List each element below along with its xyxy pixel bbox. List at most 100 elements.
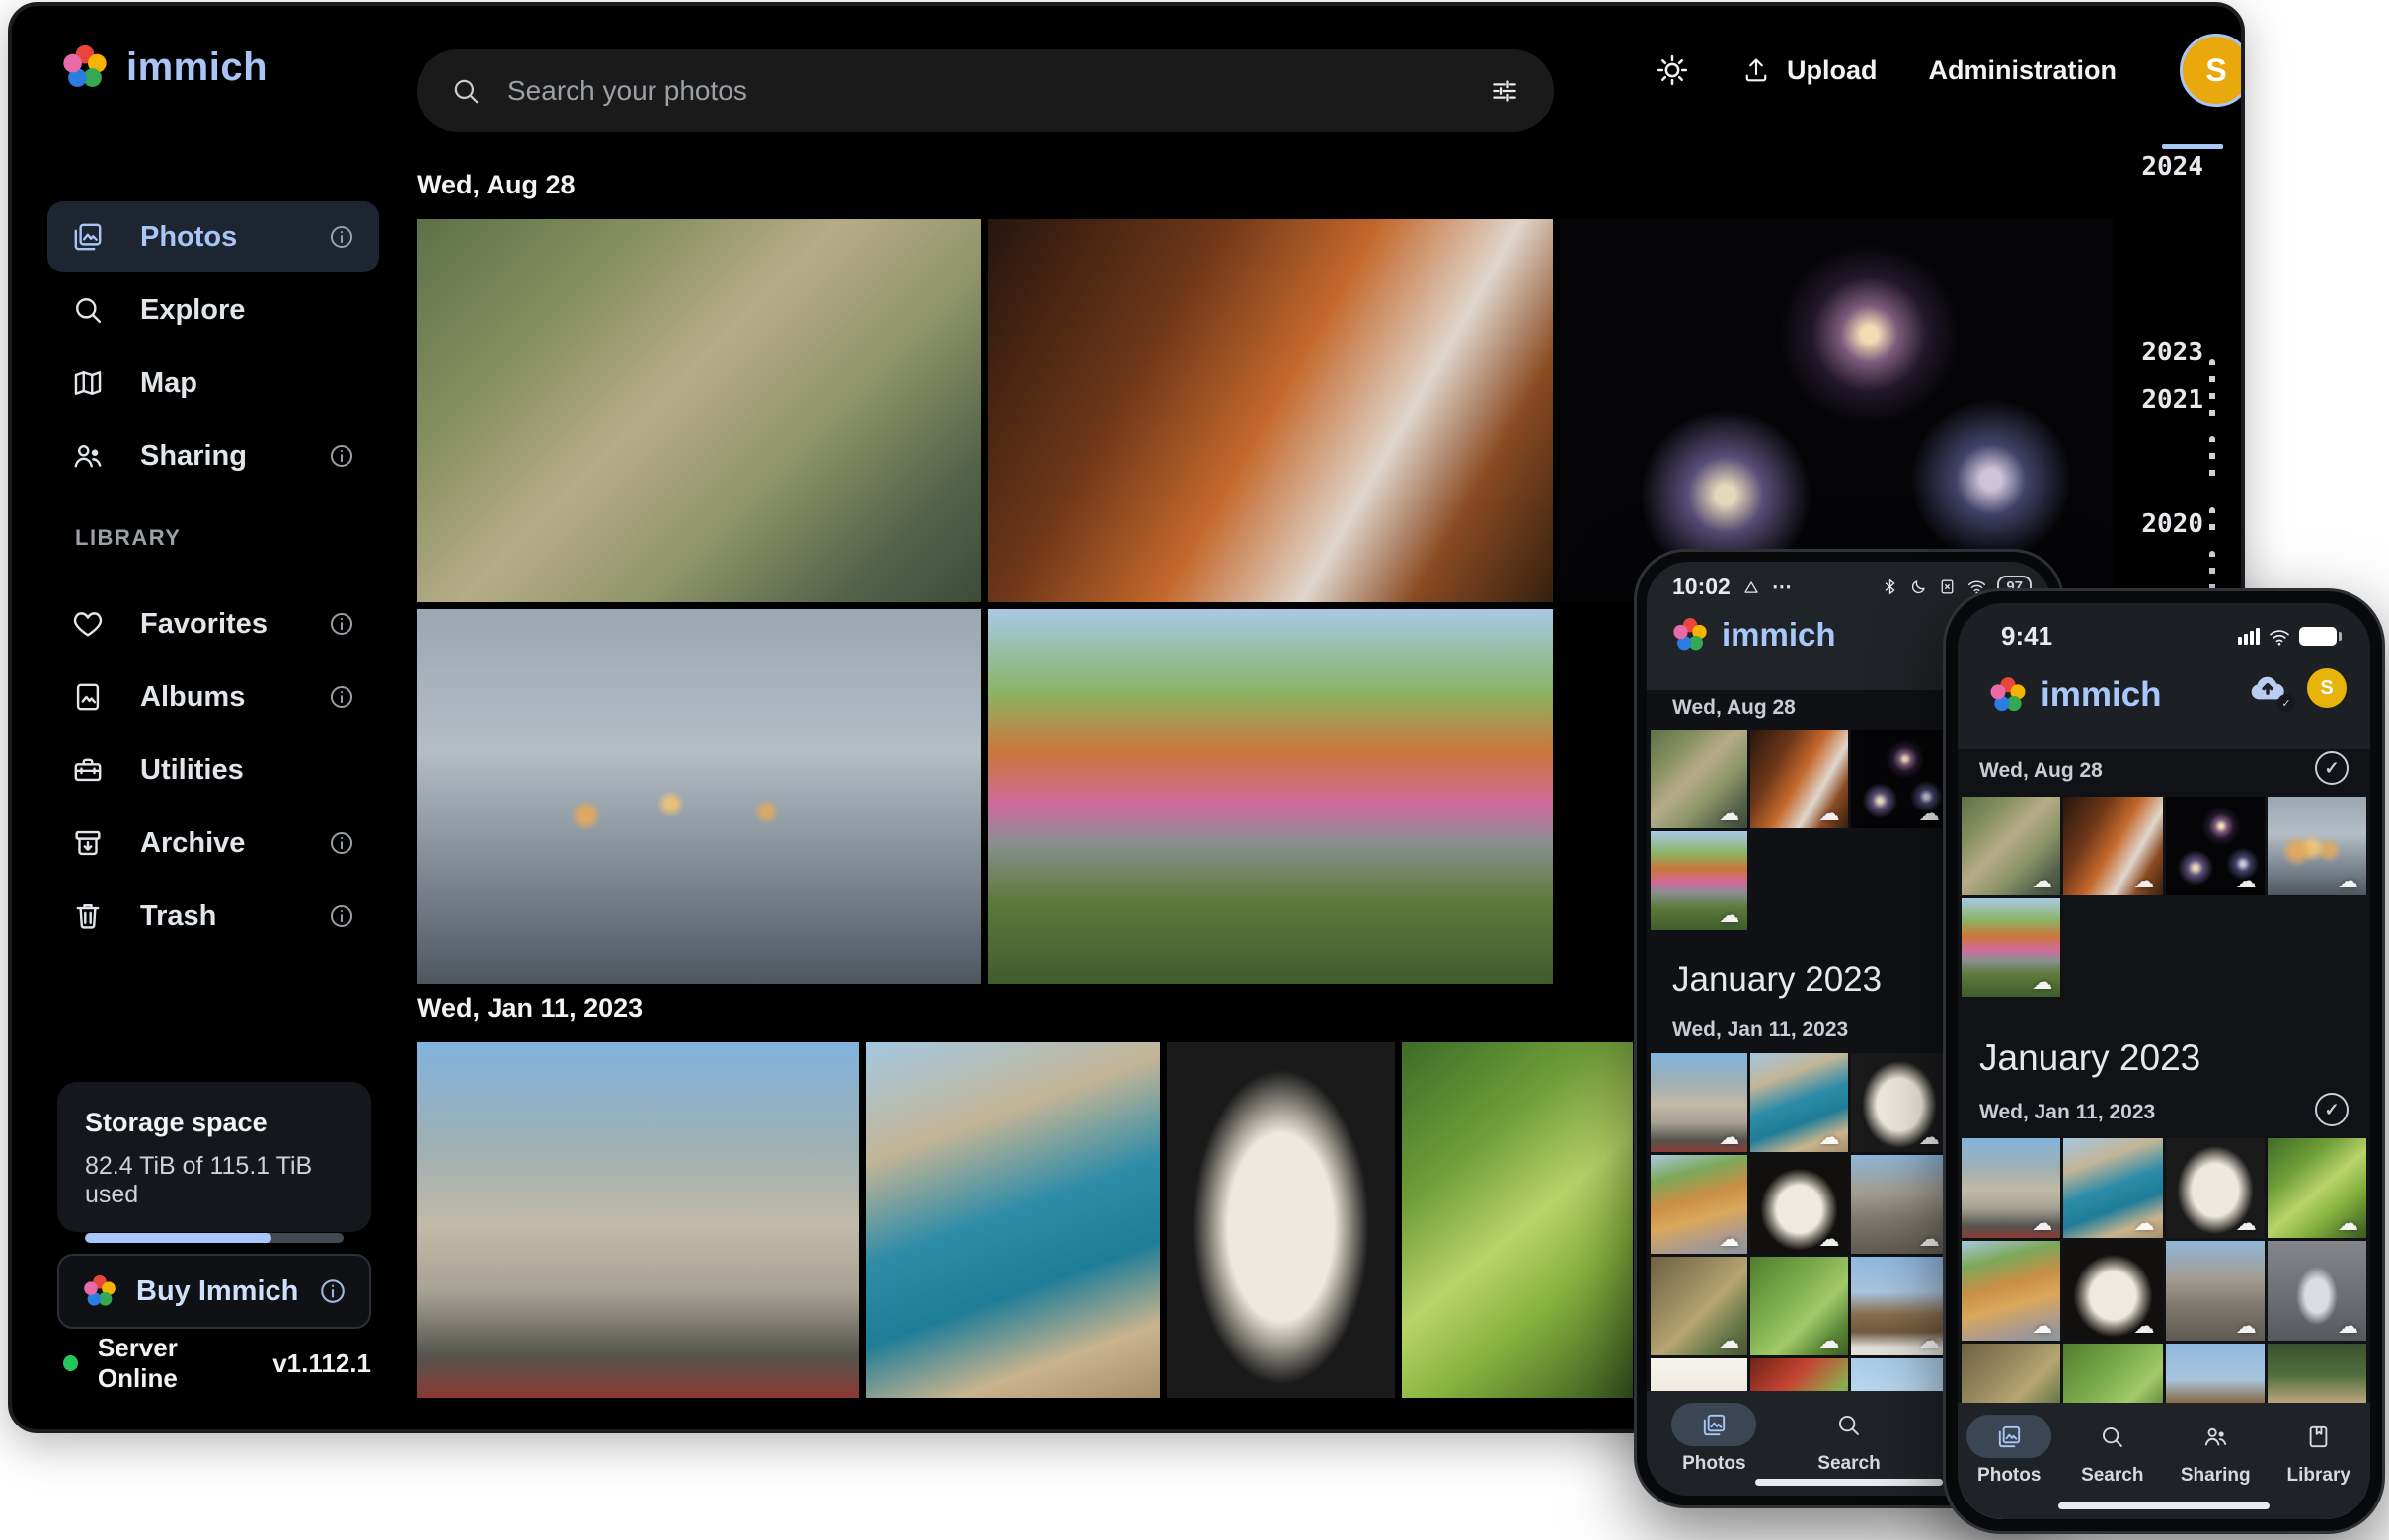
phone2-user-avatar[interactable]: S xyxy=(2307,668,2347,708)
buy-immich-button[interactable]: Buy Immich xyxy=(57,1254,371,1329)
heart-icon xyxy=(71,607,105,641)
photo-zoo[interactable]: ☁ xyxy=(1962,797,2060,895)
photo-lizard1[interactable]: ☁ xyxy=(1651,1257,1747,1355)
cloud-icon: ☁ xyxy=(1919,1229,1940,1250)
scrubber-tick-dots[interactable] xyxy=(2209,436,2215,486)
sidebar-item-archive[interactable]: Archive xyxy=(47,808,379,879)
info-icon[interactable] xyxy=(328,223,355,251)
info-icon[interactable] xyxy=(318,1276,347,1306)
cloud-icon: ☁ xyxy=(2134,1213,2155,1234)
scrubber-year-2023[interactable]: 2023 xyxy=(2111,338,2203,367)
user-avatar[interactable]: S xyxy=(2180,34,2245,107)
photo-bust[interactable]: ☁ xyxy=(2166,1138,2265,1238)
photo-lizard2[interactable]: ☁ xyxy=(1750,1257,1847,1355)
search-icon xyxy=(71,293,105,327)
photo-zoo[interactable]: ☁ xyxy=(1651,730,1747,828)
photo-dinner[interactable]: ☁ xyxy=(2063,797,2162,895)
immich-flower-icon xyxy=(1987,674,2029,716)
info-icon[interactable] xyxy=(328,829,355,857)
administration-link[interactable]: Administration xyxy=(1929,55,2118,86)
server-status-row: Server Online v1.112.1 xyxy=(63,1333,371,1394)
upload-button[interactable]: Upload xyxy=(1741,55,1878,86)
scrubber-year-2020[interactable]: 2020 xyxy=(2111,509,2203,539)
search-filter-icon[interactable] xyxy=(1489,75,1520,107)
photo-ruins[interactable]: ☁ xyxy=(1851,1155,1948,1254)
photo-cliff[interactable]: ☁ xyxy=(1651,1155,1747,1254)
search-input[interactable] xyxy=(507,75,1463,107)
photo-sculpt2[interactable]: ☁ xyxy=(1750,1155,1847,1254)
phone-mockup-iphone: 9:41 immich ✓ S Wed, Aug 28 ✓ ☁☁☁☁☁ Janu… xyxy=(1943,588,2385,1534)
photo-cliff[interactable]: ☁ xyxy=(1962,1241,2060,1341)
tab-photos[interactable]: Photos xyxy=(1671,1403,1756,1496)
photo-fireworks[interactable] xyxy=(1560,219,2113,602)
photo-castle[interactable]: ☁ xyxy=(1651,1053,1747,1152)
scrubber-tick-dots[interactable] xyxy=(2209,359,2215,421)
photo-sculpt2[interactable]: ☁ xyxy=(2063,1241,2162,1341)
tab-library[interactable]: Library xyxy=(2276,1415,2361,1519)
photo-fireworks[interactable]: ☁ xyxy=(1851,730,1948,828)
scrubber-tick-dots[interactable] xyxy=(2209,551,2215,590)
photo-zoo[interactable] xyxy=(417,219,981,602)
sidebar-item-label: Utilities xyxy=(140,754,244,787)
phone2-aug-grid: ☁☁☁☁☁ xyxy=(1962,797,2366,997)
toolbox-icon xyxy=(71,753,105,787)
storage-progress-fill xyxy=(85,1233,271,1243)
photo-coast[interactable]: ☁ xyxy=(2063,1138,2162,1238)
photo-berries[interactable]: ☁ xyxy=(2268,1138,2366,1238)
sidebar-item-albums[interactable]: Albums xyxy=(47,661,379,732)
scrubber-year-2024[interactable]: 2024 xyxy=(2111,152,2203,182)
moon-icon xyxy=(1909,578,1928,596)
sidebar-item-map[interactable]: Map xyxy=(47,347,379,419)
sidebar-item-explore[interactable]: Explore xyxy=(47,274,379,346)
info-icon[interactable] xyxy=(328,442,355,470)
cloud-icon: ☁ xyxy=(2338,1316,2358,1337)
photo-berries[interactable] xyxy=(1402,1042,1633,1398)
photo-hands[interactable]: ☁ xyxy=(2268,797,2366,895)
sidebar-item-trash[interactable]: Trash xyxy=(47,881,379,952)
photo-church[interactable]: ☁ xyxy=(1851,1257,1948,1355)
photo-trophy[interactable]: ☁ xyxy=(2268,1241,2366,1341)
photo-park[interactable]: ☁ xyxy=(1651,831,1747,930)
scrubber-position-indicator[interactable] xyxy=(2162,144,2223,149)
sidebar-item-label: Explore xyxy=(140,294,245,327)
photo-castle[interactable] xyxy=(417,1042,859,1398)
select-all-check-icon[interactable]: ✓ xyxy=(2315,1093,2349,1126)
phone2-date-aug: Wed, Aug 28 xyxy=(1979,759,2103,783)
photo-castle[interactable]: ☁ xyxy=(1962,1138,2060,1238)
info-icon[interactable] xyxy=(328,683,355,711)
photos-icon xyxy=(71,220,105,254)
book-icon xyxy=(2276,1415,2361,1458)
photo-bust[interactable] xyxy=(1167,1042,1395,1398)
photo-ruins[interactable]: ☁ xyxy=(2166,1241,2265,1341)
home-indicator[interactable] xyxy=(1755,1479,1943,1486)
photo-dinner[interactable]: ☁ xyxy=(1750,730,1847,828)
home-indicator[interactable] xyxy=(2058,1502,2270,1509)
select-all-check-icon[interactable]: ✓ xyxy=(2315,751,2349,785)
photo-coast[interactable]: ☁ xyxy=(1750,1053,1847,1152)
photo-bust[interactable]: ☁ xyxy=(1851,1053,1948,1152)
sidebar-item-photos[interactable]: Photos xyxy=(47,201,379,272)
cloud-icon: ☁ xyxy=(1819,1127,1840,1148)
sidebar-item-utilities[interactable]: Utilities xyxy=(47,734,379,806)
photo-coast[interactable] xyxy=(866,1042,1160,1398)
photo-fireworks[interactable]: ☁ xyxy=(2166,797,2265,895)
theme-toggle-icon[interactable] xyxy=(1655,52,1690,88)
tab-label: Photos xyxy=(1977,1465,2041,1487)
backup-cloud-icon[interactable]: ✓ xyxy=(2246,666,2289,710)
tab-photos[interactable]: Photos xyxy=(1966,1415,2051,1519)
scrubber-tick-dots[interactable] xyxy=(2209,507,2215,537)
sidebar-item-sharing[interactable]: Sharing xyxy=(47,421,379,492)
check-glyph: ✓ xyxy=(2324,758,2339,779)
info-icon[interactable] xyxy=(328,610,355,638)
photo-row xyxy=(417,1042,1633,1398)
search-bar[interactable] xyxy=(417,49,1554,132)
photo-dinner[interactable] xyxy=(988,219,1553,602)
photo-hands[interactable] xyxy=(417,609,981,984)
wifi-icon xyxy=(2268,625,2291,649)
app-name: immich xyxy=(2041,675,2162,715)
info-icon[interactable] xyxy=(328,902,355,930)
photo-park[interactable] xyxy=(988,609,1553,984)
scrubber-year-2021[interactable]: 2021 xyxy=(2111,385,2203,415)
photo-park[interactable]: ☁ xyxy=(1962,898,2060,997)
sidebar-item-favorites[interactable]: Favorites xyxy=(47,588,379,659)
